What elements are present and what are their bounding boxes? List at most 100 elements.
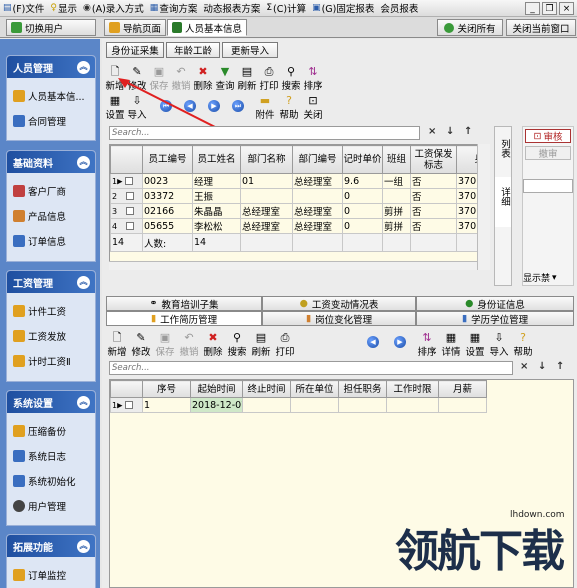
table-cell[interactable]: 0: [342, 188, 383, 204]
table-cell[interactable]: 1: [142, 397, 191, 413]
close-window-button[interactable]: ×: [559, 2, 574, 15]
sidebar-item-contract[interactable]: 合同管理: [7, 108, 95, 133]
tab-id-card-info[interactable]: ● 身份证信息: [416, 296, 574, 311]
col-header[interactable]: 部门编号: [292, 145, 343, 174]
unapprove-button[interactable]: 撤审: [525, 146, 571, 160]
sidebar-item-product[interactable]: 产品信息: [7, 203, 95, 228]
resume-help-button[interactable]: ? 帮助: [512, 332, 534, 359]
sidebar-item-employee-info[interactable]: 人员基本信...: [7, 83, 95, 108]
search-down-icon[interactable]: ↓: [446, 126, 454, 137]
collapse-icon[interactable]: ︽: [77, 275, 90, 289]
resume-print-button[interactable]: ⎙ 打印: [274, 332, 296, 359]
tab-wage-changes[interactable]: ● 工资变动情况表: [262, 296, 416, 311]
resume-details-button[interactable]: ▦ 详情: [440, 332, 462, 359]
help-button[interactable]: ? 帮助: [278, 95, 300, 122]
sidebar-item-order[interactable]: 订单信息: [7, 228, 95, 253]
collapse-icon[interactable]: ︽: [77, 395, 90, 409]
tab-work-resume[interactable]: ▮ 工作简历管理: [106, 311, 262, 326]
table-row[interactable]: 1▶ 1 2018-12-07: [110, 397, 487, 413]
table-cell[interactable]: 总经理室: [292, 203, 343, 219]
collapse-icon[interactable]: ︽: [77, 539, 90, 553]
sidebar-item-customer[interactable]: 客户厂商: [7, 178, 95, 203]
col-header[interactable]: 序号: [142, 380, 191, 398]
search-up-icon[interactable]: ↑: [556, 361, 564, 372]
table-cell[interactable]: 05655: [142, 218, 193, 234]
resume-prev-button[interactable]: ◀: [367, 336, 379, 348]
clear-search-icon[interactable]: ×: [428, 126, 436, 137]
sidebar-item-system-init[interactable]: 系统初始化: [7, 468, 95, 493]
menu-fixed-report[interactable]: ▣ (G)固定报表: [309, 0, 377, 16]
search-button[interactable]: ⚲ 搜索: [280, 66, 302, 93]
sidebar-group-header[interactable]: 拓展功能 ︽: [7, 535, 95, 557]
row-checkbox[interactable]: [126, 207, 135, 215]
col-header[interactable]: 所在单位: [290, 380, 339, 398]
table-cell[interactable]: [290, 397, 339, 413]
resume-next-button[interactable]: ▶: [394, 336, 406, 348]
table-cell[interactable]: 01: [240, 173, 293, 189]
resume-search-button[interactable]: ⚲ 搜索: [226, 332, 248, 359]
resume-import-button[interactable]: ⇩ 导入: [488, 332, 510, 359]
resume-new-button[interactable]: 🗋 新增: [106, 332, 128, 359]
menu-member-report[interactable]: 会员报表: [377, 0, 421, 16]
collapse-icon[interactable]: ︽: [77, 155, 90, 169]
menu-query-scheme[interactable]: ▦ 查询方案: [147, 0, 201, 16]
table-cell[interactable]: 否: [410, 203, 457, 219]
table-cell[interactable]: 剪拼: [382, 203, 411, 219]
row-checkbox[interactable]: [125, 177, 134, 185]
menu-input-mode[interactable]: ◉ (A)录入方式: [80, 0, 147, 16]
row-header[interactable]: 4: [110, 218, 143, 234]
tab-employee-info[interactable]: 人员基本信息: [167, 19, 247, 36]
clear-search-icon[interactable]: ×: [520, 361, 528, 372]
row-header[interactable]: 2: [110, 188, 143, 204]
table-cell[interactable]: 经理: [192, 173, 241, 189]
table-cell[interactable]: [240, 188, 293, 204]
approval-input[interactable]: [523, 179, 573, 193]
last-record-button[interactable]: ⏭: [232, 100, 244, 112]
sidebar-item-wage-payment[interactable]: 工资发放: [7, 323, 95, 348]
table-cell[interactable]: 否: [410, 188, 457, 204]
table-cell[interactable]: 总经理室: [292, 218, 343, 234]
menu-display[interactable]: ♀ 显示: [47, 0, 80, 16]
resume-save-button[interactable]: ▣ 保存: [154, 332, 176, 359]
col-header[interactable]: 员工编号: [142, 145, 193, 174]
menu-file[interactable]: ▤ (F)文件: [0, 0, 47, 16]
table-cell[interactable]: 一组: [382, 173, 411, 189]
col-header[interactable]: 担任职务: [338, 380, 387, 398]
col-header[interactable]: 记时单价: [342, 145, 383, 174]
resume-refresh-button[interactable]: ▤ 刷新: [250, 332, 272, 359]
row-checkbox[interactable]: [126, 222, 135, 230]
col-header[interactable]: 工资保发标志: [410, 145, 457, 174]
collapse-icon[interactable]: ︽: [77, 60, 90, 74]
table-cell[interactable]: 0: [342, 218, 383, 234]
table-cell[interactable]: 总经理室: [240, 218, 293, 234]
resume-edit-button[interactable]: ✎ 修改: [130, 332, 152, 359]
tab-position-changes[interactable]: ▮ 岗位变化管理: [262, 311, 416, 326]
table-row[interactable]: 1▶ 0023 经理 01 总经理室 9.6 一组 否 37010: [110, 173, 489, 189]
table-cell[interactable]: [338, 397, 387, 413]
sidebar-item-backup[interactable]: 压缩备份: [7, 418, 95, 443]
resume-sort-button[interactable]: ⇅ 排序: [416, 332, 438, 359]
table-cell[interactable]: 李松松: [192, 218, 241, 234]
table-cell[interactable]: 03372: [142, 188, 193, 204]
col-header[interactable]: 终止时间: [242, 380, 291, 398]
col-header[interactable]: 起始时间: [190, 380, 243, 398]
sidebar-item-system-log[interactable]: 系统日志: [7, 443, 95, 468]
close-all-button[interactable]: 关闭所有: [437, 19, 503, 36]
table-cell[interactable]: 剪拼: [382, 218, 411, 234]
table-cell[interactable]: 2018-12-07: [190, 397, 243, 413]
horizontal-scrollbar[interactable]: [109, 261, 477, 270]
resume-settings-button[interactable]: ▦ 设置: [464, 332, 486, 359]
col-header[interactable]: 班组: [382, 145, 411, 174]
id-card-capture-button[interactable]: 身份证采集: [106, 42, 164, 58]
sort-button[interactable]: ⇅ 排序: [302, 66, 324, 93]
col-header[interactable]: 月薪: [438, 380, 487, 398]
resume-search-input[interactable]: [110, 362, 512, 374]
col-header[interactable]: 部门名称: [240, 145, 293, 174]
table-cell[interactable]: [242, 397, 291, 413]
age-seniority-button[interactable]: 年龄工龄: [166, 42, 220, 58]
approve-button[interactable]: ⊡ 审核: [525, 129, 571, 143]
sidebar-item-order-monitor[interactable]: 订单监控: [7, 562, 95, 587]
update-import-button[interactable]: 更新导入: [222, 42, 278, 58]
table-cell[interactable]: [382, 188, 411, 204]
tab-education-training[interactable]: ⚭ 教育培训子集: [106, 296, 262, 311]
